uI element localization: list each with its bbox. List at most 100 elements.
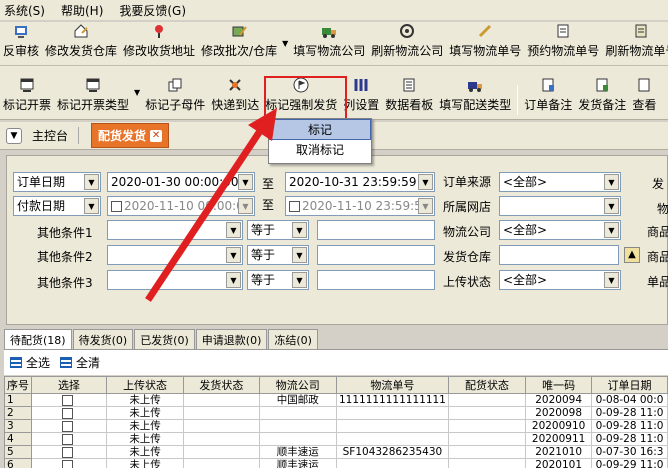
more-dropdown-icon[interactable]: ▼ xyxy=(282,39,288,48)
chevron-down-icon: ▼ xyxy=(226,222,241,238)
order-note-button[interactable]: 订单备注 xyxy=(521,77,575,119)
col-alloc-status[interactable]: 配货状态 xyxy=(447,376,527,394)
highlight-box xyxy=(264,76,347,120)
row-select-checkbox[interactable] xyxy=(31,393,107,407)
checkbox[interactable] xyxy=(62,446,74,458)
checkbox[interactable] xyxy=(62,433,74,445)
unaudit-button[interactable]: 反审核 xyxy=(0,23,42,65)
col-select[interactable]: 选择 xyxy=(31,376,107,394)
other-cond-1-select[interactable]: ▼ xyxy=(107,220,243,240)
other-cond-2-value[interactable] xyxy=(317,245,435,265)
row-index: 4 xyxy=(4,432,32,446)
refresh-tracking-button[interactable]: 刷新物流单号 xyxy=(602,23,668,65)
tab-allocate-ship[interactable]: 配货发货 ✕ xyxy=(91,123,170,148)
logistics-select[interactable]: <全部> ▼ xyxy=(499,220,621,240)
tab-refund[interactable]: 申请退款(0) xyxy=(195,329,268,349)
table-cell xyxy=(335,458,449,468)
operator-2-select[interactable]: 等于 ▼ xyxy=(247,245,309,265)
menu-feedback[interactable]: 我要反馈(G) xyxy=(119,2,186,19)
other-cond-3-value[interactable] xyxy=(317,270,435,290)
row-select-checkbox[interactable] xyxy=(31,458,107,468)
clear-all-button[interactable]: 全清 xyxy=(60,354,100,371)
menu-help[interactable]: 帮助(H) xyxy=(61,2,103,19)
invoice-type-icon xyxy=(85,77,101,93)
checkbox[interactable] xyxy=(62,420,74,432)
pay-to-checkbox[interactable] xyxy=(289,201,300,212)
reserve-tracking-button[interactable]: 预约物流单号 xyxy=(524,23,602,65)
other-cond-2-select[interactable]: ▼ xyxy=(107,245,243,265)
mark-sub-parent-button[interactable]: 标记子母件 xyxy=(142,77,208,119)
other-cond-3-label: 其他条件3 xyxy=(37,276,93,290)
col-ship-status[interactable]: 发货状态 xyxy=(183,376,260,394)
view-button[interactable]: 查看 xyxy=(629,77,659,119)
table-row[interactable]: 5 未上传 顺丰速运 SF1043286235430 2021010 0-07-30 16… xyxy=(4,445,668,459)
chevron-down-icon: ▼ xyxy=(226,272,241,288)
date-type-select[interactable]: 订单日期 ▼ xyxy=(13,172,101,192)
date-to-picker[interactable]: 2020-10-31 23:59:59 ▼ xyxy=(285,172,435,192)
col-unique-code[interactable]: 唯一码 xyxy=(525,376,593,394)
close-icon[interactable]: ✕ xyxy=(150,129,163,142)
grid-actions: 全选 全清 xyxy=(4,349,668,375)
col-tracking[interactable]: 物流单号 xyxy=(335,376,449,394)
col-logistics[interactable]: 物流公司 xyxy=(258,376,337,394)
pay-date-type-select[interactable]: 付款日期 ▼ xyxy=(13,196,101,216)
select-all-button[interactable]: 全选 xyxy=(10,354,50,371)
row-select-checkbox[interactable] xyxy=(31,406,107,420)
data-dashboard-button[interactable]: 数据看板 xyxy=(382,77,436,119)
other-cond-1-value[interactable] xyxy=(317,220,435,240)
mark-invoice-type-button[interactable]: 标记开票类型 xyxy=(54,77,132,119)
checkbox[interactable] xyxy=(62,394,74,406)
pay-from-checkbox[interactable] xyxy=(111,201,122,212)
change-address-button[interactable]: 修改收货地址 xyxy=(120,23,198,65)
tab-pending-ship[interactable]: 待发货(0) xyxy=(72,329,134,349)
shop-select[interactable]: ▼ xyxy=(499,196,621,216)
menu-bar: 系统(S) 帮助(H) 我要反馈(G) xyxy=(0,0,668,20)
tab-shipped[interactable]: 已发货(0) xyxy=(134,329,195,349)
mark-invoice-button[interactable]: 标记开票 xyxy=(0,77,54,119)
ship-note-button[interactable]: 发货备注 xyxy=(575,77,629,119)
col-order-date[interactable]: 订单日期 xyxy=(591,376,668,394)
refresh-logistics-button[interactable]: 刷新物流公司 xyxy=(368,23,446,65)
menu-item-mark[interactable]: 标记 xyxy=(269,119,371,140)
menu-item-unmark[interactable]: 取消标记 xyxy=(269,140,371,161)
chevron-down-icon: ▼ xyxy=(226,247,241,263)
pay-from-picker[interactable]: 2020-11-10 00:00:00 ▼ xyxy=(107,196,255,216)
table-row[interactable]: 2 未上传 2020098 0-09-28 11:0 xyxy=(4,406,668,420)
other-cond-3-select[interactable]: ▼ xyxy=(107,270,243,290)
invoice-type-dropdown-icon[interactable]: ▼ xyxy=(134,88,140,97)
chevron-down-icon: ▼ xyxy=(292,222,307,238)
col-index[interactable]: 序号 xyxy=(4,376,32,394)
table-row[interactable]: 6 未上传 顺丰速运 2020101 0-09-29 11:0 xyxy=(4,458,668,468)
fill-tracking-button[interactable]: 填写物流单号 xyxy=(446,23,524,65)
row-select-checkbox[interactable] xyxy=(31,432,107,446)
row-select-checkbox[interactable] xyxy=(31,419,107,433)
table-row[interactable]: 4 未上传 20200911 0-09-28 11:0 xyxy=(4,432,668,446)
checkbox[interactable] xyxy=(62,407,74,419)
fill-logistics-button[interactable]: 填写物流公司 xyxy=(290,23,368,65)
menu-system[interactable]: 系统(S) xyxy=(4,2,45,19)
tab-home[interactable]: 主控台 xyxy=(28,127,80,144)
warehouse-input[interactable] xyxy=(499,245,619,265)
pay-to-picker[interactable]: 2020-11-10 23:59:59 ▼ xyxy=(285,196,435,216)
operator-1-select[interactable]: 等于 ▼ xyxy=(247,220,309,240)
col-upload-status[interactable]: 上传状态 xyxy=(105,376,185,394)
tab-frozen[interactable]: 冻结(0) xyxy=(268,329,318,349)
order-source-select[interactable]: <全部> ▼ xyxy=(499,172,621,192)
change-warehouse-button[interactable]: 修改发货仓库 xyxy=(42,23,120,65)
chevron-down-icon[interactable]: ▼ xyxy=(6,127,22,144)
date-from-picker[interactable]: 2020-01-30 00:00:00 ▼ xyxy=(107,172,255,192)
to-label: 至 xyxy=(262,177,275,191)
table-row[interactable]: 3 未上传 20200910 0-09-28 11:0 xyxy=(4,419,668,433)
fill-delivery-type-button[interactable]: 填写配送类型 xyxy=(436,77,514,119)
operator-3-select[interactable]: 等于 ▼ xyxy=(247,270,309,290)
tab-pending-allocation[interactable]: 待配货(18) xyxy=(4,329,72,349)
table-row[interactable]: 1 未上传 中国邮政 1111111111111111 2020094 0-08-04 0… xyxy=(4,393,668,407)
row-select-checkbox[interactable] xyxy=(31,445,107,459)
express-arrived-button[interactable]: 快递到达 xyxy=(208,77,262,119)
checkbox[interactable] xyxy=(62,459,74,468)
right-label-2: 物 xyxy=(657,202,668,216)
upload-status-select[interactable]: <全部> ▼ xyxy=(499,270,621,290)
chevron-down-icon: ▼ xyxy=(604,272,619,288)
lookup-icon[interactable]: ▲ xyxy=(624,247,640,263)
change-batch-button[interactable]: 修改批次/仓库 xyxy=(198,23,280,65)
